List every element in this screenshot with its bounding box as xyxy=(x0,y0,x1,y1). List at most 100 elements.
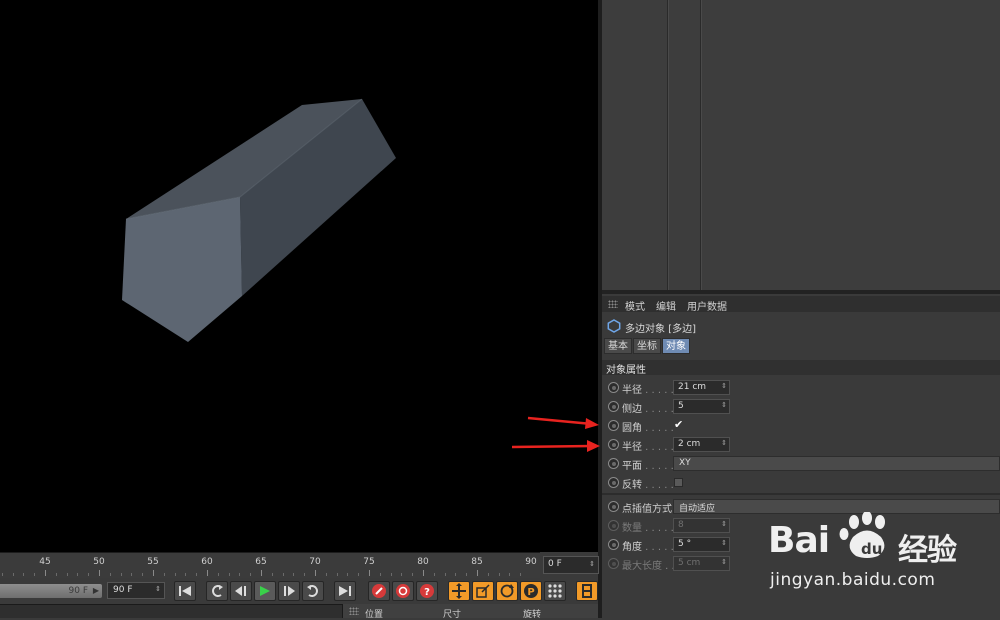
panel-grip-icon[interactable] xyxy=(349,607,359,615)
spinner-icon[interactable]: ⇕ xyxy=(721,539,727,547)
param-row-plane: 平面 . . . . . XY xyxy=(602,455,1000,473)
menu-edit[interactable]: 编辑 xyxy=(656,298,676,313)
panel-grip-icon[interactable] xyxy=(608,300,618,308)
animate-radio-icon[interactable] xyxy=(608,439,619,450)
slider-arrow-icon[interactable]: ▶ xyxy=(93,584,99,598)
animate-radio-icon xyxy=(608,558,619,569)
ruler-mark xyxy=(66,573,68,576)
ruler-tick-label: 80 xyxy=(417,557,429,567)
spinner-icon[interactable]: ⇕ xyxy=(721,382,727,390)
sides-value: 5 xyxy=(678,401,684,411)
svg-text:du: du xyxy=(861,540,882,558)
ruler-mark xyxy=(304,573,306,576)
next-frame-button[interactable] xyxy=(278,581,300,601)
tab-object[interactable]: 对象 xyxy=(662,338,690,354)
watermark-site: jingyan.baidu.com xyxy=(770,570,936,590)
spinner-icon[interactable]: ⇕ xyxy=(721,401,727,409)
animate-radio-icon[interactable] xyxy=(608,501,619,512)
menu-mode[interactable]: 模式 xyxy=(625,298,645,313)
ruler-mark xyxy=(1,573,3,576)
ruler-mark xyxy=(369,570,370,576)
play-button[interactable] xyxy=(254,581,276,601)
ruler-mark xyxy=(88,573,90,576)
auto-key-button[interactable] xyxy=(392,581,414,601)
current-frame-field[interactable]: 0 F ⇕ xyxy=(543,556,599,574)
plane-dropdown[interactable]: XY xyxy=(673,456,1000,471)
frame-range-slider[interactable]: 90 F ▶ xyxy=(0,584,102,598)
ruler-mark xyxy=(239,573,241,576)
prev-key-button[interactable] xyxy=(206,581,228,601)
ruler-mark xyxy=(120,573,122,576)
watermark-brand-cn: 经验 xyxy=(898,533,957,568)
move-key-button[interactable] xyxy=(448,581,470,601)
animate-radio-icon[interactable] xyxy=(608,458,619,469)
angle-field[interactable]: 5 ° ⇕ xyxy=(673,537,730,552)
scale-key-button[interactable] xyxy=(472,581,494,601)
film-button[interactable] xyxy=(576,581,598,601)
tab-coordinates[interactable]: 坐标 xyxy=(633,338,661,354)
radius-field[interactable]: 21 cm ⇕ xyxy=(673,380,730,395)
ruler-mark xyxy=(466,573,468,576)
reverse-checkbox[interactable] xyxy=(674,478,683,487)
animate-radio-icon[interactable] xyxy=(608,401,619,412)
ruler-mark xyxy=(336,573,338,576)
param-row-rounding: 圆角 . . . . . ✔ xyxy=(602,417,1000,435)
animate-radio-icon[interactable] xyxy=(608,539,619,550)
pla-key-button[interactable] xyxy=(544,581,566,601)
ruler-mark xyxy=(455,573,457,576)
svg-text:P: P xyxy=(527,587,534,598)
ruler-tick-label: 65 xyxy=(255,557,267,567)
next-key-button[interactable] xyxy=(302,581,324,601)
ruler-mark xyxy=(261,570,262,576)
play-icon xyxy=(260,586,270,596)
auto-key-icon xyxy=(396,584,410,598)
prev-frame-button[interactable] xyxy=(230,581,252,601)
ruler-tick-label: 75 xyxy=(363,557,375,567)
sides-field[interactable]: 5 ⇕ xyxy=(673,399,730,414)
spinner-icon[interactable]: ⇕ xyxy=(589,560,595,568)
param-label: 数量 xyxy=(622,523,642,534)
param-label: 反转 xyxy=(622,480,642,491)
object-manager-panel[interactable] xyxy=(602,0,1000,290)
3d-viewport[interactable] xyxy=(0,0,598,552)
rounding-checkbox[interactable]: ✔ xyxy=(674,419,685,431)
ruler-mark xyxy=(99,570,100,576)
ruler-mark xyxy=(315,570,316,576)
timeline-ruler[interactable]: 45 50 55 60 65 70 75 80 85 90 xyxy=(0,552,540,578)
pentagon-prism-object[interactable] xyxy=(0,0,598,552)
param-label: 角度 xyxy=(622,542,642,553)
move-key-icon xyxy=(452,583,466,599)
param-label: 半径 xyxy=(622,442,642,453)
position-column-label: 位置 xyxy=(365,610,384,620)
param-key-button[interactable]: P xyxy=(520,581,542,601)
size-column-label: 尺寸 xyxy=(443,610,462,620)
object-title: 多边对象 [多边] xyxy=(625,324,696,335)
baidu-jingyan-watermark: du Bai 经验 jingyan.baidu.com xyxy=(768,512,1000,618)
animate-radio-icon[interactable] xyxy=(608,477,619,488)
keyframe-help-button[interactable]: ? xyxy=(416,581,438,601)
ruler-mark xyxy=(390,573,392,576)
tab-basic[interactable]: 基本 xyxy=(604,338,632,354)
spinner-icon: ⇕ xyxy=(721,520,727,528)
rotate-key-button[interactable] xyxy=(496,581,518,601)
ruler-tick-label: 55 xyxy=(147,557,159,567)
transport-bar: 90 F ▶ 90 F ⇕ ? P xyxy=(0,578,598,604)
max-length-value: 5 cm xyxy=(678,558,701,568)
param-label: 最大长度 xyxy=(622,561,662,572)
ruler-mark xyxy=(423,570,424,576)
end-frame-field[interactable]: 90 F ⇕ xyxy=(107,582,165,599)
go-to-start-button[interactable] xyxy=(174,581,196,601)
spinner-icon[interactable]: ⇕ xyxy=(155,585,161,593)
animate-radio-icon[interactable] xyxy=(608,382,619,393)
ruler-tick-label: 45 xyxy=(39,557,51,567)
ruler-mark xyxy=(444,573,446,576)
record-button[interactable] xyxy=(368,581,390,601)
go-to-end-button[interactable] xyxy=(334,581,356,601)
param-label: 半径 xyxy=(622,385,642,396)
rounding-radius-field[interactable]: 2 cm ⇕ xyxy=(673,437,730,452)
go-to-start-icon xyxy=(179,586,191,596)
menu-user-data[interactable]: 用户数据 xyxy=(687,298,727,313)
rotation-column-label: 旋转 xyxy=(523,610,542,620)
spinner-icon[interactable]: ⇕ xyxy=(721,439,727,447)
animate-radio-icon[interactable] xyxy=(608,420,619,431)
